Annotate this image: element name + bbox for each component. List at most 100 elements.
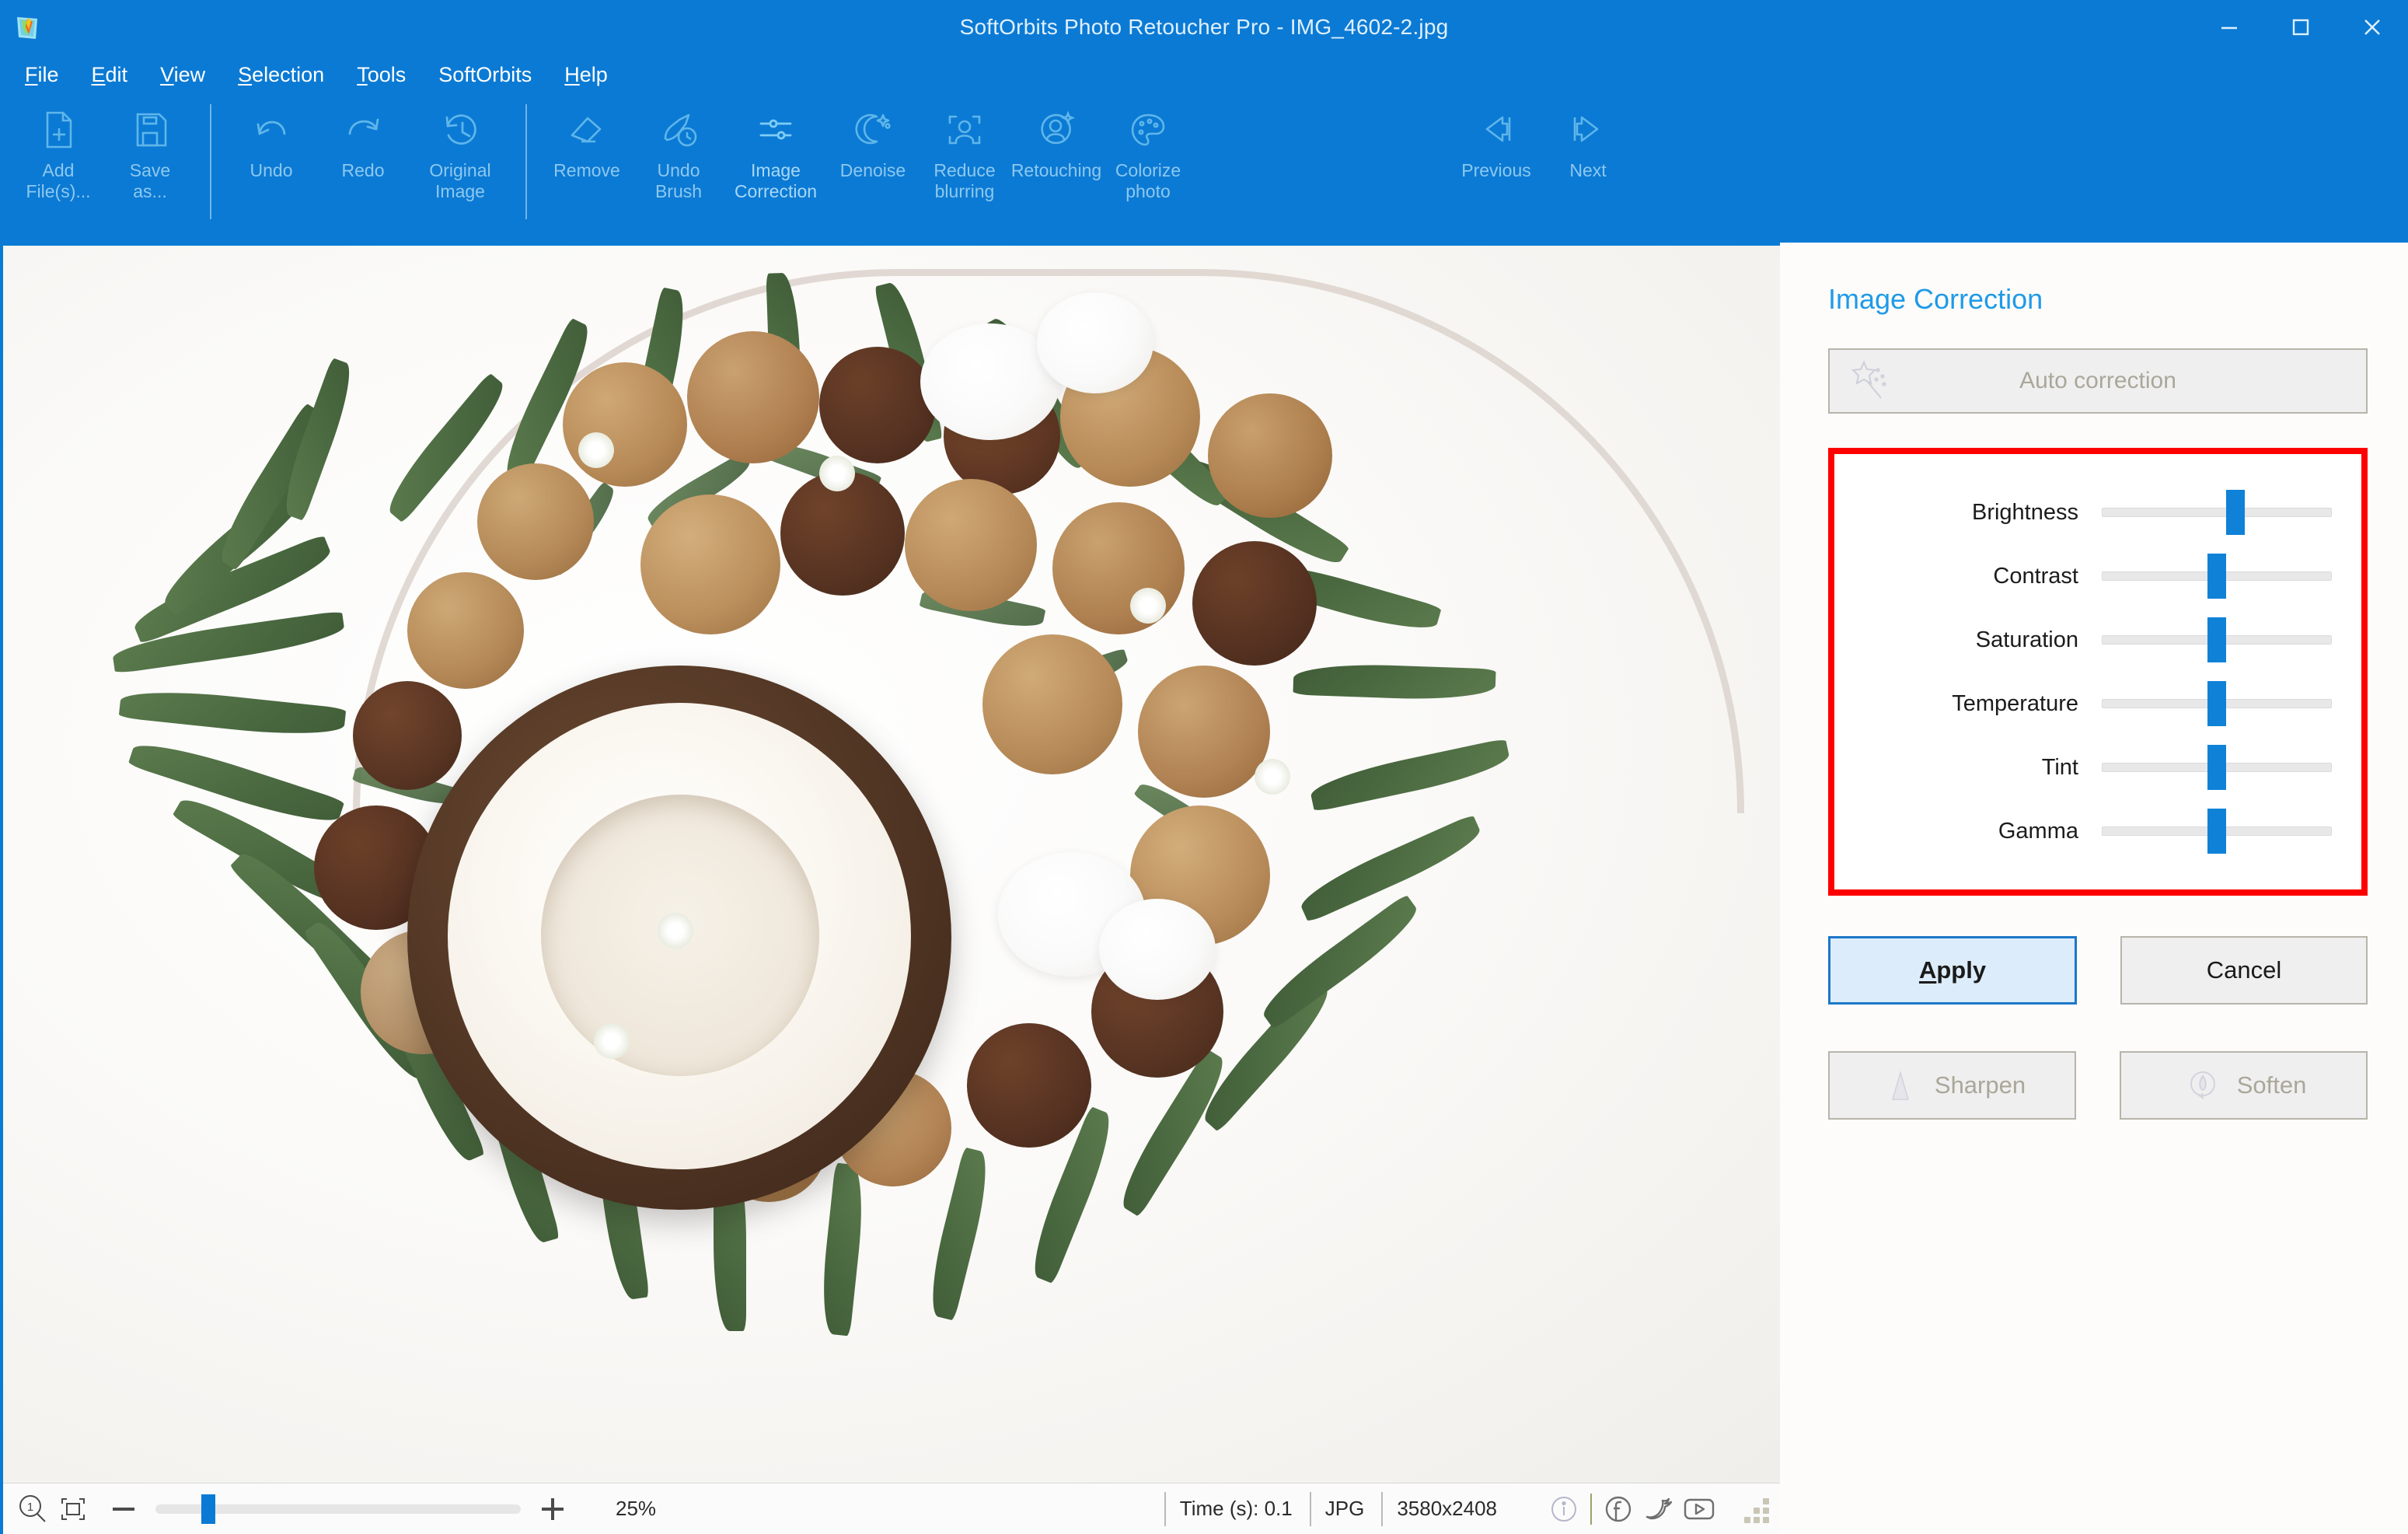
- svg-text:1: 1: [27, 1501, 33, 1514]
- toolbar-group-file: Add File(s)... Save as...: [12, 95, 196, 211]
- menu-item-tools[interactable]: Tools: [357, 63, 406, 87]
- zoom-1-to-1-icon[interactable]: 1: [16, 1492, 50, 1526]
- undo-arrow-icon: [247, 106, 295, 154]
- toolbar-retouching-button[interactable]: Retouching: [1010, 95, 1102, 211]
- toolbar-label-line1: Colorize: [1115, 160, 1181, 180]
- nut: [1052, 502, 1185, 634]
- arrow-left-icon: [1472, 106, 1520, 154]
- add-file-icon: [34, 106, 82, 154]
- image-canvas[interactable]: [3, 246, 1780, 1483]
- apply-label-rest: pply: [1936, 956, 1987, 984]
- apply-cancel-row: Apply Cancel: [1828, 936, 2368, 1005]
- toolbar-reduce-blurring-button[interactable]: Reduce blurring: [919, 95, 1010, 211]
- toolbar-label-line1: Redo: [341, 160, 385, 180]
- slider-thumb-contrast[interactable]: [2207, 554, 2226, 599]
- toolbar-redo-button[interactable]: Redo: [317, 95, 409, 211]
- minimize-button[interactable]: [2193, 0, 2265, 54]
- cancel-button[interactable]: Cancel: [2120, 936, 2368, 1005]
- fit-to-window-icon[interactable]: [56, 1492, 90, 1526]
- slider-track-brightness[interactable]: [2102, 490, 2332, 535]
- toolbar-undo-button[interactable]: Undo: [225, 95, 317, 211]
- flower-cluster: [594, 1023, 630, 1059]
- zoom-in-icon[interactable]: [535, 1491, 571, 1527]
- maximize-button[interactable]: [2265, 0, 2336, 54]
- toolbar-colorize-photo-button[interactable]: Colorize photo: [1102, 95, 1194, 211]
- toolbar-label-line2: Correction: [734, 181, 818, 202]
- social-links: [1545, 1490, 1718, 1528]
- slider-label-gamma: Gamma: [1998, 818, 2078, 844]
- menu-item-view[interactable]: View: [160, 63, 205, 87]
- toolbar-remove-button[interactable]: Remove: [541, 95, 633, 211]
- toolbar-group-navigation: Previous Next: [1450, 95, 1634, 211]
- nut: [905, 479, 1037, 611]
- menu-item-file[interactable]: File: [25, 63, 59, 87]
- twitter-icon[interactable]: [1640, 1490, 1677, 1528]
- slider-row-tint: Tint: [1861, 736, 2332, 799]
- toolbar-image-correction-button[interactable]: Image Correction: [724, 95, 827, 211]
- status-format: JPG: [1309, 1491, 1382, 1526]
- info-icon[interactable]: [1545, 1490, 1583, 1528]
- resize-grip[interactable]: [1740, 1494, 1771, 1525]
- slider-track-saturation[interactable]: [2102, 617, 2332, 662]
- nut: [819, 347, 936, 463]
- magic-wand-icon: [1847, 358, 1893, 404]
- panel-title: Image Correction: [1828, 283, 2043, 315]
- menu-item-edit[interactable]: Edit: [92, 63, 128, 87]
- cancel-label: Cancel: [2206, 956, 2282, 984]
- slider-thumb-saturation[interactable]: [2207, 617, 2226, 662]
- title-bar: SoftOrbits Photo Retoucher Pro - IMG_460…: [0, 0, 2408, 54]
- youtube-icon[interactable]: [1680, 1490, 1718, 1528]
- zoom-slider[interactable]: [155, 1494, 521, 1524]
- undo-brush-icon: [654, 106, 703, 154]
- apply-button[interactable]: Apply: [1828, 936, 2077, 1005]
- soften-button[interactable]: Soften: [2120, 1051, 2368, 1120]
- slider-thumb-tint[interactable]: [2207, 745, 2226, 790]
- sharpen-button[interactable]: Sharpen: [1828, 1051, 2076, 1120]
- slider-track-gamma[interactable]: [2102, 809, 2332, 854]
- menu-item-help[interactable]: Help: [564, 63, 608, 87]
- auto-correction-button[interactable]: Auto correction: [1828, 348, 2368, 414]
- slider-track-tint[interactable]: [2102, 745, 2332, 790]
- slider-row-gamma: Gamma: [1861, 799, 2332, 863]
- toolbar-original-image-button[interactable]: Original Image: [409, 95, 511, 211]
- toolbar-previous-button[interactable]: Previous: [1450, 95, 1542, 211]
- slider-row-contrast: Contrast: [1861, 544, 2332, 608]
- slider-track-temperature[interactable]: [2102, 681, 2332, 726]
- close-button[interactable]: [2336, 0, 2408, 54]
- slider-thumb-temperature[interactable]: [2207, 681, 2226, 726]
- toolbar-undo-brush-button[interactable]: Undo Brush: [633, 95, 724, 211]
- toolbar-separator: [210, 104, 211, 219]
- slider-track-contrast[interactable]: [2102, 554, 2332, 599]
- menu-item-selection[interactable]: Selection: [238, 63, 324, 87]
- facebook-icon[interactable]: [1600, 1490, 1637, 1528]
- toolbar-separator: [525, 104, 527, 219]
- toolbar-label-line2: photo: [1125, 181, 1171, 202]
- flower-cluster: [658, 913, 693, 949]
- toolbar-add-files-button[interactable]: Add File(s)...: [12, 95, 104, 211]
- flower-cluster: [578, 432, 614, 468]
- coconut-half: [407, 666, 951, 1210]
- toolbar-save-as-button[interactable]: Save as...: [104, 95, 196, 211]
- eraser-icon: [563, 106, 611, 154]
- slider-row-saturation: Saturation: [1861, 608, 2332, 672]
- toolbar-label-line1: Undo: [250, 160, 293, 180]
- slider-thumb-brightness[interactable]: [2225, 490, 2245, 535]
- redo-arrow-icon: [339, 106, 387, 154]
- menu-item-softorbits[interactable]: SoftOrbits: [438, 63, 532, 87]
- window-controls: [2193, 0, 2408, 54]
- zoom-slider-thumb[interactable]: [201, 1494, 215, 1524]
- status-bar: 1 25% Time (s): 0.1 JPG 3580x2408: [3, 1483, 1780, 1534]
- toolbar-next-button[interactable]: Next: [1542, 95, 1634, 211]
- photo-preview: [3, 246, 1780, 1483]
- slider-thumb-gamma[interactable]: [2207, 809, 2226, 854]
- toolbar-group-history: Undo Redo Original Image: [225, 95, 511, 211]
- slider-row-temperature: Temperature: [1861, 672, 2332, 736]
- zoom-out-icon[interactable]: [106, 1491, 141, 1527]
- toolbar-label-line2: Brush: [654, 181, 703, 202]
- nut: [407, 572, 524, 689]
- nut: [982, 634, 1122, 774]
- sliders-icon: [752, 106, 800, 154]
- toolbar-denoise-button[interactable]: Denoise: [827, 95, 919, 211]
- toolbar-label-line1: Save: [129, 160, 171, 180]
- toolbar: Add File(s)... Save as... Undo Redo Orig…: [0, 95, 2408, 243]
